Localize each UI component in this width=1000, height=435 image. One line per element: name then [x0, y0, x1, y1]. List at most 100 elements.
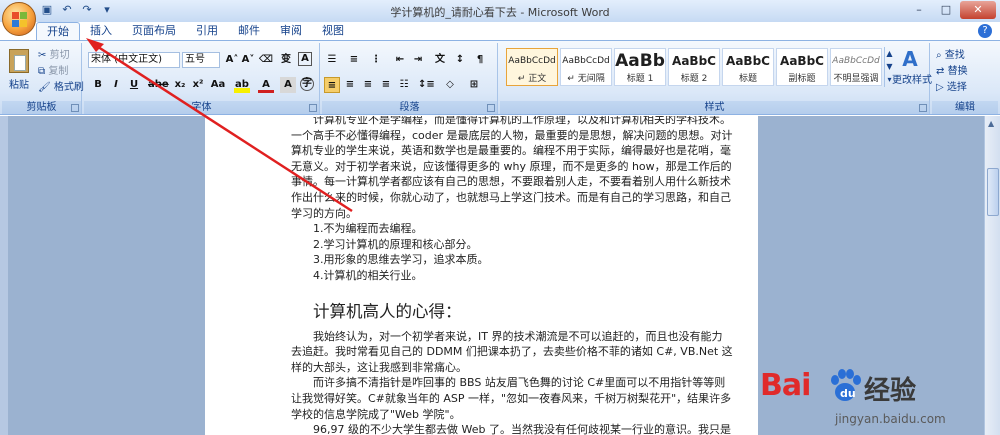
find-label: 查找 [944, 50, 965, 61]
style-name: ↵ 无间隔 [567, 74, 605, 84]
tab-review[interactable]: 审阅 [270, 22, 312, 40]
format-painter-button[interactable]: 🖌 格式刷 [38, 78, 84, 93]
style-sample: AaBbCcDd [562, 56, 610, 66]
show-marks-icon[interactable]: ¶ [472, 52, 488, 68]
ribbon-tabs: 开始 插入 页面布局 引用 邮件 审阅 视图 [36, 22, 354, 40]
align-left-icon[interactable]: ≡ [324, 77, 340, 93]
minimize-button[interactable]: – [906, 1, 932, 19]
text-line: 而许多搞不清指针是咋回事的 BBS 站友眉飞色舞的讨论 C#里面可以不用指针等等… [313, 376, 726, 390]
change-styles-button[interactable]: A 更改样式 [892, 47, 932, 86]
vertical-scrollbar[interactable]: ▲ [984, 116, 1000, 435]
align-right-icon[interactable]: ≡ [360, 77, 376, 93]
align-center-icon[interactable]: ≡ [342, 77, 358, 93]
copy-label: 复制 [48, 66, 69, 77]
style-heading-2[interactable]: AaBbC 标题 2 [668, 48, 720, 86]
font-size-select[interactable]: 五号 [182, 52, 220, 68]
replace-label: 替换 [947, 66, 968, 77]
tab-references[interactable]: 引用 [186, 22, 228, 40]
text-line: 算机专业的学生来说，英语和数学也是最重要的。编程不用于实际，编得最好也是花哨，毫 [291, 144, 731, 158]
text-line: 事情。每一计算机学者都应该有自己的思想，不要跟着别人走，不要看着别人用什么新技术 [291, 175, 731, 189]
highlight-icon[interactable]: ab [234, 77, 250, 93]
increase-indent-icon[interactable]: ⇥ [410, 52, 426, 68]
chinese-layout-icon[interactable]: 文 [432, 52, 448, 68]
shading-icon[interactable]: ◇ [442, 77, 458, 93]
style-subtitle[interactable]: AaBbC 副标题 [776, 48, 828, 86]
binoculars-icon: ⌕ [936, 50, 942, 61]
find-button[interactable]: ⌕ 查找 [936, 46, 965, 61]
styles-dialog-launcher[interactable] [919, 104, 927, 112]
grow-font-icon[interactable]: A˄ [224, 52, 240, 68]
char-border-icon[interactable]: A [298, 52, 312, 66]
clear-format-icon[interactable]: ⌫ [258, 52, 274, 68]
borders-icon[interactable]: ⊞ [466, 77, 482, 93]
office-button[interactable] [2, 2, 36, 36]
clipboard-dialog-launcher[interactable] [71, 104, 79, 112]
replace-button[interactable]: ⇄ 替换 [936, 62, 968, 77]
decrease-indent-icon[interactable]: ⇤ [392, 52, 408, 68]
clipboard-icon [9, 49, 29, 73]
line-spacing-icon[interactable]: ↕≡ [418, 77, 435, 93]
bold-icon[interactable]: B [90, 77, 106, 93]
font-color-icon[interactable]: A [258, 77, 274, 93]
numbering-icon[interactable]: ≡ [346, 52, 362, 68]
watermark-url: jingyan.baidu.com [835, 412, 946, 426]
select-button[interactable]: ▷ 选择 [936, 78, 967, 93]
change-styles-icon: A [902, 47, 918, 71]
tab-page-layout[interactable]: 页面布局 [122, 22, 186, 40]
text-line: 我始终认为，对一个初学者来说，IT 界的技术潮流是不可以追赶的，而且也没有能力 [313, 329, 723, 343]
document-page[interactable]: 计算机专业不是学编程，而是懂得计算机的工作原理，以及和计算机相关的学科技术。 一个… [205, 116, 758, 435]
justify-icon[interactable]: ≡ [378, 77, 394, 93]
style-normal[interactable]: AaBbCcDd ↵ 正文 [506, 48, 558, 86]
numbered-list: 1.不为编程而去编程。 2.学习计算机的原理和核心部分。 3.用形象的思维去学习，追… [291, 221, 701, 283]
tab-home[interactable]: 开始 [36, 22, 80, 40]
distributed-icon[interactable]: ☷ [396, 77, 412, 93]
text-line: 无意义。对于初学者来说，应该懂得更多的 why 原理，而不是更多的 how，那是… [291, 159, 732, 173]
style-no-spacing[interactable]: AaBbCcDd ↵ 无间隔 [560, 48, 612, 86]
style-name: 副标题 [788, 74, 816, 84]
paragraph-dialog-launcher[interactable] [487, 104, 495, 112]
paragraph-2: 我始终认为，对一个初学者来说，IT 界的技术潮流是不可以追赶的，而且也没有能力去… [291, 329, 733, 376]
style-sample: AaBbC [672, 54, 716, 68]
format-painter-label: 格式刷 [53, 82, 84, 93]
strikethrough-icon[interactable]: abe [148, 77, 169, 93]
phonetic-guide-icon[interactable]: 变 [278, 52, 294, 68]
cut-button[interactable]: ✂ 剪切 [38, 46, 70, 61]
sort-icon[interactable]: ↕ [452, 52, 468, 68]
scroll-up-arrow-icon[interactable]: ▲ [988, 119, 994, 128]
enclose-char-icon[interactable]: 字 [300, 77, 314, 91]
style-sample: AaBbC [726, 54, 770, 68]
char-shading-icon[interactable]: A [280, 77, 296, 93]
copy-button[interactable]: ⧉ 复制 [38, 62, 68, 77]
close-button[interactable]: ✕ [960, 1, 996, 19]
style-subtle-emphasis[interactable]: AaBbCcDd 不明显强调 [830, 48, 882, 86]
style-sample: AaBb [615, 51, 665, 71]
paste-label: 粘贴 [9, 80, 29, 91]
text-line: 96,97 级的不少大学生都去做 Web 了。当然我没有任何歧视某一行业的意识。… [313, 423, 731, 435]
document-body[interactable]: 计算机专业不是学编程，而是懂得计算机的工作原理，以及和计算机相关的学科技术。 一个… [291, 116, 733, 435]
underline-icon[interactable]: U [126, 77, 142, 93]
shrink-font-icon[interactable]: A˅ [240, 52, 256, 68]
style-sample: AaBbCcDd [832, 56, 880, 66]
subscript-icon[interactable]: x₂ [172, 77, 188, 93]
maximize-button[interactable]: □ [933, 1, 959, 19]
tab-insert[interactable]: 插入 [80, 22, 122, 40]
font-name-select[interactable]: 宋体 (中文正文) [88, 52, 180, 68]
font-dialog-launcher[interactable] [309, 104, 317, 112]
italic-icon[interactable]: I [108, 77, 124, 93]
tab-mailings[interactable]: 邮件 [228, 22, 270, 40]
scroll-thumb[interactable] [987, 168, 999, 216]
bullets-icon[interactable]: ☰ [324, 52, 340, 68]
paste-button[interactable]: 粘贴 [6, 47, 32, 91]
watermark-suffix: 经验 [864, 376, 917, 406]
style-heading-1[interactable]: AaBb 标题 1 [614, 48, 666, 86]
scissors-icon: ✂ [38, 50, 47, 61]
text-line: 3.用形象的思维去学习，追求本质。 [313, 253, 489, 267]
tab-view[interactable]: 视图 [312, 22, 354, 40]
select-label: 选择 [946, 82, 967, 93]
style-title[interactable]: AaBbC 标题 [722, 48, 774, 86]
help-icon[interactable]: ? [978, 24, 992, 38]
paragraph-group-label: 段落 [322, 101, 497, 114]
multilevel-list-icon[interactable]: ⋮ [368, 52, 384, 68]
change-case-icon[interactable]: Aa [210, 77, 226, 93]
superscript-icon[interactable]: x² [190, 77, 206, 93]
